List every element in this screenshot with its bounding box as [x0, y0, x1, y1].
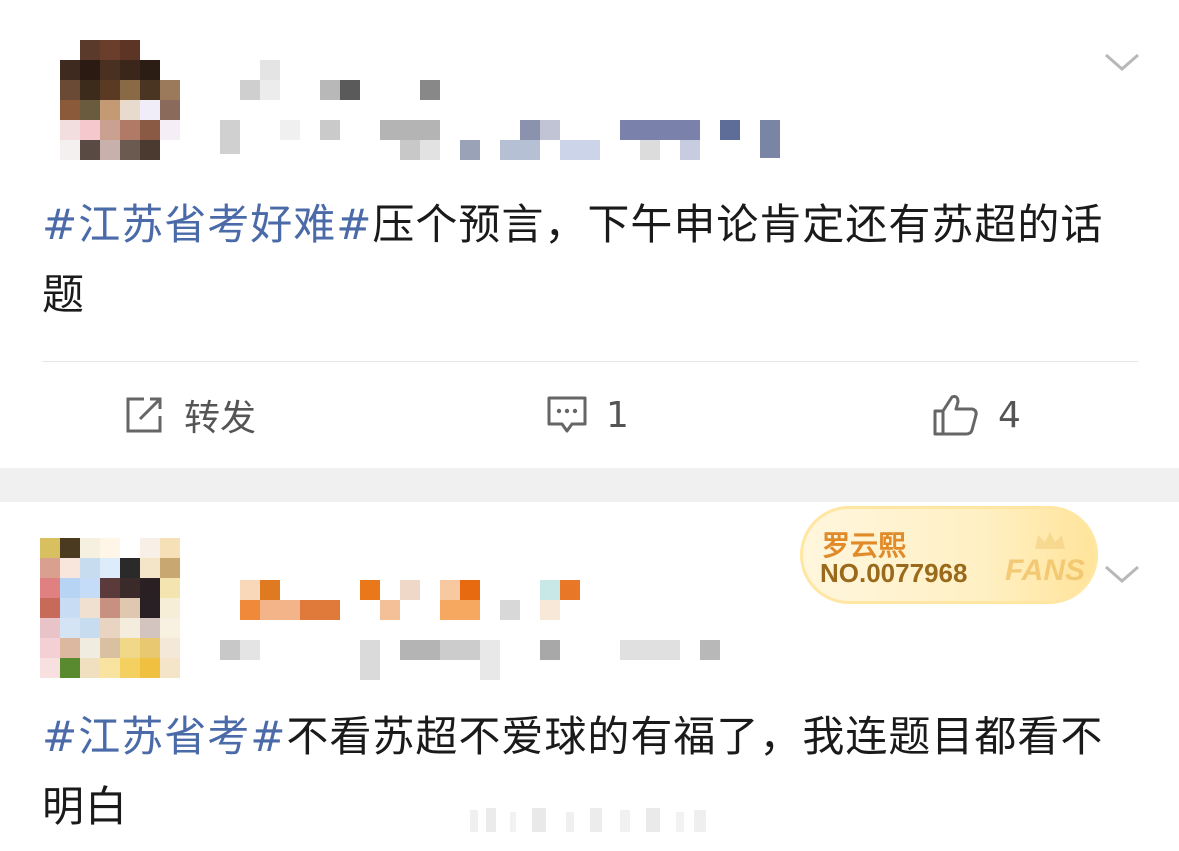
- repost-label: 转发: [184, 398, 257, 439]
- chevron-down-icon[interactable]: [1104, 564, 1139, 583]
- chevron-down-icon[interactable]: [1104, 52, 1139, 71]
- comment-button[interactable]: 1: [546, 390, 629, 440]
- watermark-noise: [470, 806, 710, 834]
- fans-badge-number: NO.0077968: [820, 558, 968, 588]
- like-button[interactable]: 4: [932, 390, 1021, 440]
- topic-tag-link[interactable]: #江苏省考#: [42, 712, 286, 761]
- post-card[interactable]: #江苏省考好难#压个预言，下午申论肯定还有苏超的话题 转发 1 4: [0, 0, 1179, 468]
- divider: [42, 361, 1138, 362]
- avatar[interactable]: [60, 40, 180, 160]
- crown-icon: [1032, 530, 1068, 556]
- post-text: #江苏省考好难#压个预言，下午申论肯定还有苏超的话题: [42, 190, 1142, 330]
- fans-badge-label: FANS: [1005, 554, 1086, 587]
- like-icon: [932, 393, 980, 437]
- repost-button[interactable]: 转发: [124, 390, 256, 440]
- repost-icon: [124, 396, 166, 434]
- comment-icon: [546, 395, 588, 435]
- fans-badge[interactable]: 罗云熙 NO.0077968 FANS: [800, 506, 1098, 604]
- feed-separator: [0, 468, 1179, 502]
- avatar[interactable]: [40, 538, 180, 678]
- like-count: 4: [998, 394, 1021, 436]
- comment-count: 1: [606, 394, 629, 436]
- topic-tag-link[interactable]: #江苏省考好难#: [42, 200, 372, 249]
